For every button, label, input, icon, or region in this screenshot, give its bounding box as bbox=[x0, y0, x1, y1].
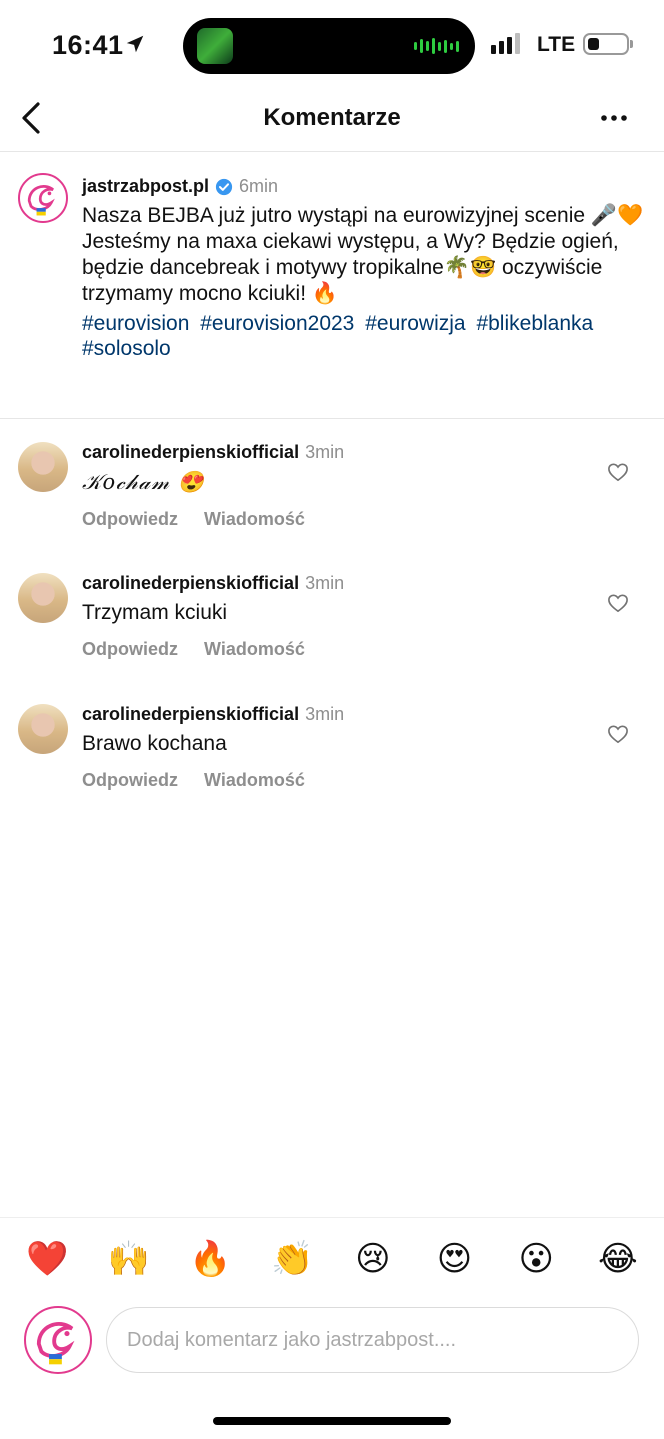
brand-logo-icon bbox=[36, 1322, 75, 1365]
caption-text: Nasza BEJBA już jutro wystąpi na eurowiz… bbox=[82, 203, 647, 307]
comment-text: Trzymam kciuki bbox=[82, 601, 228, 624]
dynamic-island[interactable] bbox=[183, 18, 475, 74]
comment-input[interactable] bbox=[106, 1307, 639, 1373]
more-horizontal-icon[interactable] bbox=[600, 114, 628, 122]
heart-icon[interactable] bbox=[607, 724, 629, 744]
now-playing-artwork bbox=[197, 28, 233, 64]
comment-time: 3min bbox=[305, 573, 345, 593]
hashtag-link[interactable]: #eurowizja bbox=[365, 312, 465, 335]
avatar[interactable] bbox=[24, 1306, 92, 1374]
cellular-signal-icon bbox=[491, 33, 520, 54]
message-button[interactable]: Wiadomość bbox=[204, 639, 305, 660]
hashtag-list: #eurovision #eurovision2023 #eurowizja #… bbox=[82, 311, 647, 361]
battery-icon bbox=[583, 33, 629, 55]
post-username[interactable]: jastrzabpost.pl bbox=[82, 176, 209, 197]
hashtag-link[interactable]: #eurovision2023 bbox=[200, 312, 354, 335]
comment-actions: Odpowiedz Wiadomość bbox=[82, 770, 582, 791]
brand-logo-icon bbox=[27, 185, 55, 216]
reaction-laughing[interactable]: 😂 bbox=[598, 1239, 638, 1279]
comment-item: carolinederpienskiofficial 3min Brawo ko… bbox=[0, 686, 664, 806]
avatar[interactable] bbox=[18, 704, 68, 754]
home-indicator[interactable] bbox=[213, 1417, 451, 1425]
avatar[interactable] bbox=[18, 442, 68, 492]
comment-composer bbox=[0, 1300, 664, 1386]
comment-username[interactable]: carolinederpienskiofficial bbox=[82, 704, 299, 725]
comment-actions: Odpowiedz Wiadomość bbox=[82, 639, 582, 660]
reaction-heart-eyes[interactable]: 😍 bbox=[435, 1239, 475, 1279]
hashtag-link[interactable]: #eurovision bbox=[82, 312, 189, 335]
comment-item: carolinederpienskiofficial 3min 𝒦𝑜𝒸𝒽𝒶𝓂 😍… bbox=[0, 424, 664, 544]
hashtag-link[interactable]: #solosolo bbox=[82, 337, 171, 360]
comment-meta: carolinederpienskiofficial 3min bbox=[82, 573, 582, 594]
caption-meta: jastrzabpost.pl 6min bbox=[82, 176, 647, 197]
hashtag-link[interactable]: #blikeblanka bbox=[476, 312, 593, 335]
quick-reactions-bar: ❤️ 🙌 🔥 👏 😢 😍 😮 😂 bbox=[0, 1217, 664, 1299]
comment-username[interactable]: carolinederpienskiofficial bbox=[82, 442, 299, 463]
message-button[interactable]: Wiadomość bbox=[204, 509, 305, 530]
header: Komentarze bbox=[0, 92, 664, 152]
page-title: Komentarze bbox=[263, 104, 401, 131]
reaction-surprised[interactable]: 😮 bbox=[516, 1239, 556, 1279]
status-time: 16:41 bbox=[52, 30, 124, 60]
caption-line-1: Nasza BEJBA już jutro wystąpi na eurowiz… bbox=[82, 204, 644, 227]
battery-level bbox=[588, 38, 599, 50]
reaction-clapping[interactable]: 👏 bbox=[271, 1239, 313, 1279]
reaction-fire[interactable]: 🔥 bbox=[189, 1239, 231, 1279]
network-type: LTE bbox=[537, 33, 576, 56]
avatar[interactable] bbox=[18, 573, 68, 623]
comment-time: 3min bbox=[305, 704, 345, 724]
post-caption: jastrzabpost.pl 6min Nasza BEJBA już jut… bbox=[0, 153, 664, 419]
reaction-crying[interactable]: 😢 bbox=[353, 1239, 393, 1279]
caption-line-2: Jesteśmy na maxa ciekawi występu, a Wy? … bbox=[82, 230, 619, 305]
caption-body: jastrzabpost.pl 6min Nasza BEJBA już jut… bbox=[82, 176, 647, 361]
comment-actions: Odpowiedz Wiadomość bbox=[82, 509, 582, 530]
comment-body: carolinederpienskiofficial 3min 𝒦𝑜𝒸𝒽𝒶𝓂 😍… bbox=[82, 442, 582, 530]
reply-button[interactable]: Odpowiedz bbox=[82, 639, 178, 660]
status-bar: 16:41 LTE bbox=[0, 0, 664, 92]
location-arrow-icon bbox=[126, 35, 144, 53]
reply-button[interactable]: Odpowiedz bbox=[82, 509, 178, 530]
battery-tip bbox=[630, 40, 633, 48]
audio-waveform-icon bbox=[414, 37, 459, 55]
reaction-red-heart[interactable]: ❤️ bbox=[26, 1239, 68, 1279]
message-button[interactable]: Wiadomość bbox=[204, 770, 305, 791]
comment-text: 𝒦𝑜𝒸𝒽𝒶𝓂 😍 bbox=[82, 470, 205, 494]
comment-meta: carolinederpienskiofficial 3min bbox=[82, 442, 582, 463]
comment-meta: carolinederpienskiofficial 3min bbox=[82, 704, 582, 725]
comment-body: carolinederpienskiofficial 3min Trzymam … bbox=[82, 573, 582, 660]
comment-item: carolinederpienskiofficial 3min Trzymam … bbox=[0, 555, 664, 675]
comment-text: Brawo kochana bbox=[82, 732, 227, 755]
heart-icon[interactable] bbox=[607, 593, 629, 613]
avatar[interactable] bbox=[18, 173, 68, 223]
reaction-raised-hands[interactable]: 🙌 bbox=[108, 1239, 150, 1279]
comment-body: carolinederpienskiofficial 3min Brawo ko… bbox=[82, 704, 582, 791]
post-time: 6min bbox=[239, 176, 279, 196]
reply-button[interactable]: Odpowiedz bbox=[82, 770, 178, 791]
verified-badge-icon bbox=[215, 178, 233, 195]
comment-username[interactable]: carolinederpienskiofficial bbox=[82, 573, 299, 594]
heart-icon[interactable] bbox=[607, 462, 629, 482]
comment-time: 3min bbox=[305, 442, 345, 462]
